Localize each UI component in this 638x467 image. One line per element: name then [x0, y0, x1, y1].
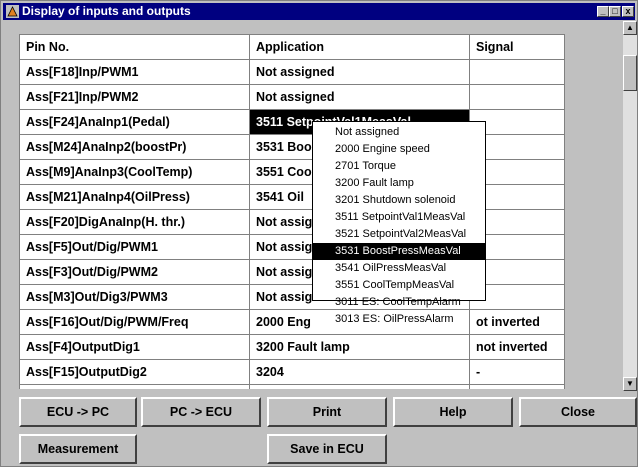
pin-cell[interactable]: Ass[M3]OutputDig3	[20, 385, 250, 389]
pin-cell[interactable]: Ass[F3]Out/Dig/PWM2	[20, 260, 250, 284]
pc-to-ecu-button[interactable]: PC -> ECU	[141, 397, 261, 427]
vertical-scrollbar[interactable]: ▲ ▼	[623, 21, 637, 391]
dropdown-option[interactable]: 3013 ES: OilPressAlarm	[313, 311, 485, 328]
scroll-thumb[interactable]	[623, 55, 637, 91]
signal-cell[interactable]	[470, 85, 565, 109]
application-dropdown-list[interactable]: Not assigned 2000 Engine speed 2701 Torque…	[312, 121, 486, 325]
header-application[interactable]: Application	[250, 35, 470, 59]
table-row[interactable]: Ass[F4]OutputDig1 3200 Fault lamp not inve…	[20, 335, 565, 360]
header-signal[interactable]: Signal	[470, 35, 565, 59]
table-row[interactable]: Ass[F15]OutputDig2 3204-	[20, 360, 565, 385]
application-cell[interactable]: 3200 Fault lamp	[250, 335, 470, 359]
pin-cell[interactable]: Ass[M24]AnaInp2(boostPr)	[20, 135, 250, 159]
pin-cell[interactable]: Ass[M21]AnaInp4(OilPress)	[20, 185, 250, 209]
table-header: Pin No. Application Signal	[20, 35, 565, 60]
dropdown-option[interactable]: 3201 Shutdown solenoid	[313, 192, 485, 209]
dropdown-option[interactable]: 3521 SetpointVal2MeasVal	[313, 226, 485, 243]
application-cell[interactable]: Not assigned	[250, 85, 470, 109]
signal-cell[interactable]: -	[470, 360, 565, 384]
maximize-button[interactable]: □	[609, 6, 621, 17]
table-row[interactable]: Ass[F18]Inp/PWM1 Not assigned	[20, 60, 565, 85]
close-window-button[interactable]: x	[622, 6, 634, 17]
dropdown-option[interactable]: 3531 BoostPressMeasVal	[313, 243, 485, 260]
signal-cell[interactable]	[470, 60, 565, 84]
dropdown-option[interactable]: 2000 Engine speed	[313, 141, 485, 158]
print-button[interactable]: Print	[267, 397, 387, 427]
header-pin-no[interactable]: Pin No.	[20, 35, 250, 59]
title-bar[interactable]: Display of inputs and outputs _ □ x	[3, 3, 635, 20]
dropdown-option[interactable]: 3511 SetpointVal1MeasVal	[313, 209, 485, 226]
table-row[interactable]: Ass[F21]Inp/PWM2 Not assigned	[20, 85, 565, 110]
dropdown-option[interactable]: 3551 CoolTempMeasVal	[313, 277, 485, 294]
application-cell[interactable]: 3204	[250, 360, 470, 384]
help-button[interactable]: Help	[393, 397, 513, 427]
pin-cell[interactable]: Ass[F20]DigAnaInp(H. thr.)	[20, 210, 250, 234]
save-in-ecu-button[interactable]: Save in ECU	[267, 434, 387, 464]
application-cell[interactable]: Not assigned	[250, 60, 470, 84]
scroll-down-icon[interactable]: ▼	[623, 377, 637, 391]
pin-cell[interactable]: Ass[F4]OutputDig1	[20, 335, 250, 359]
ecu-to-pc-button[interactable]: ECU -> PC	[19, 397, 137, 427]
dropdown-option[interactable]: Not assigned	[313, 124, 485, 141]
pin-cell[interactable]: Ass[F21]Inp/PWM2	[20, 85, 250, 109]
io-display-window: Display of inputs and outputs _ □ x Pin …	[0, 0, 638, 467]
close-button[interactable]: Close	[519, 397, 637, 427]
signal-cell[interactable]	[470, 385, 565, 389]
dropdown-option[interactable]: 3200 Fault lamp	[313, 175, 485, 192]
measurement-button[interactable]: Measurement	[19, 434, 137, 464]
window-title: Display of inputs and outputs	[22, 4, 191, 18]
dropdown-option[interactable]: 3541 OilPressMeasVal	[313, 260, 485, 277]
application-cell[interactable]: Not assigned	[250, 385, 470, 389]
signal-cell[interactable]: not inverted	[470, 335, 565, 359]
minimize-button[interactable]: _	[597, 6, 609, 17]
pin-cell[interactable]: Ass[F24]AnaInp1(Pedal)	[20, 110, 250, 134]
pin-cell[interactable]: Ass[M3]Out/Dig3/PWM3	[20, 285, 250, 309]
pin-cell[interactable]: Ass[F16]Out/Dig/PWM/Freq	[20, 310, 250, 334]
scroll-up-icon[interactable]: ▲	[623, 21, 637, 35]
pin-cell[interactable]: Ass[F5]Out/Dig/PWM1	[20, 235, 250, 259]
pin-cell[interactable]: Ass[M9]AnaInp3(CoolTemp)	[20, 160, 250, 184]
dropdown-option[interactable]: 3011 ES: CoolTempAlarm	[313, 294, 485, 311]
app-icon	[6, 5, 19, 18]
pin-cell[interactable]: Ass[F15]OutputDig2	[20, 360, 250, 384]
table-row[interactable]: Ass[M3]OutputDig3Not assigned	[20, 385, 565, 389]
dropdown-option[interactable]: 2701 Torque	[313, 158, 485, 175]
pin-cell[interactable]: Ass[F18]Inp/PWM1	[20, 60, 250, 84]
